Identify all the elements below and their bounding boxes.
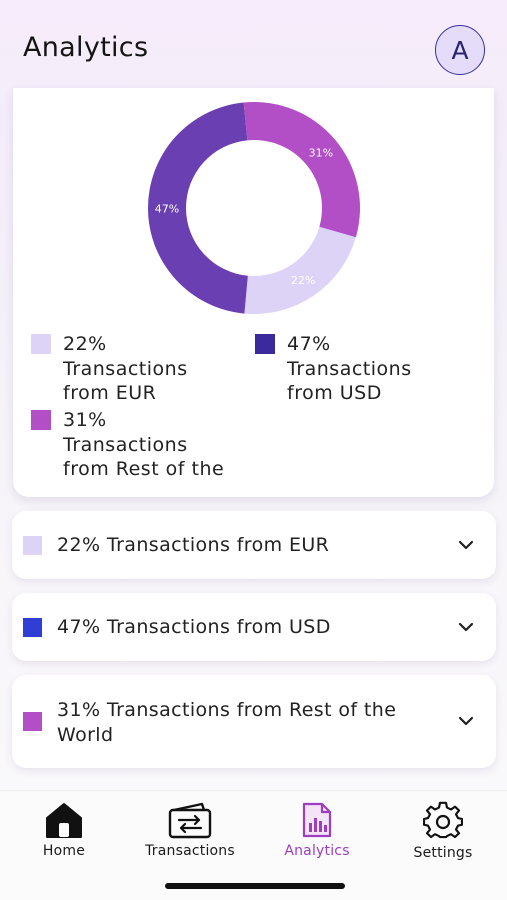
home-icon <box>46 803 82 838</box>
breakdown-label-rest: 31% Transactions from Rest of the World <box>57 698 396 748</box>
nav-settings-label: Settings <box>413 845 473 861</box>
legend-usd-line2: Transactions <box>287 357 412 380</box>
nav-analytics[interactable]: Analytics <box>262 801 372 859</box>
analytics-report-icon <box>302 802 332 838</box>
legend-swatch-eur <box>31 334 51 354</box>
legend-item-rest: 31% Transactions from Rest of the <box>31 408 303 482</box>
breakdown-item-eur[interactable]: 22% Transactions from EUR <box>12 511 496 579</box>
legend-usd-percent: 47% <box>287 333 331 355</box>
legend-swatch-rest <box>31 410 51 430</box>
breakdown-item-rest[interactable]: 31% Transactions from Rest of the World <box>12 675 496 768</box>
nav-transactions[interactable]: Transactions <box>135 801 245 859</box>
chevron-down-icon[interactable] <box>458 622 474 632</box>
legend-eur-line3: from EUR <box>63 382 157 404</box>
legend-item-usd: 47% Transactions from USD <box>255 332 467 406</box>
breakdown-label-eur: 22% Transactions from EUR <box>57 534 330 556</box>
breakdown-item-usd[interactable]: 47% Transactions from USD <box>12 593 496 661</box>
legend-rest-percent: 31% <box>63 409 107 431</box>
nav-settings[interactable]: Settings <box>388 801 498 861</box>
breakdown-label-rest-line2: World <box>57 724 114 746</box>
donut-label-usd: 47% <box>155 202 179 215</box>
legend-eur-line2: Transactions <box>63 357 188 380</box>
chart-card: 22% 47% 31% 22% Transactions from EUR 47% … <box>13 88 494 497</box>
legend-rest-line2: Transactions <box>63 433 188 456</box>
legend-eur-percent: 22% <box>63 333 107 355</box>
donut-slice-eur <box>244 226 356 314</box>
donut-label-eur: 22% <box>291 274 315 287</box>
donut-label-rest: 31% <box>309 146 333 159</box>
nav-analytics-label: Analytics <box>284 843 350 859</box>
home-indicator <box>165 883 345 889</box>
breakdown-label-usd: 47% Transactions from USD <box>57 616 331 638</box>
chevron-down-icon[interactable] <box>458 716 474 726</box>
nav-home[interactable]: Home <box>9 801 119 859</box>
legend-swatch-usd <box>255 334 275 354</box>
legend-rest-line3: from Rest of the <box>63 458 225 480</box>
gear-icon <box>423 801 463 839</box>
page-title: Analytics <box>23 32 149 63</box>
avatar[interactable]: A <box>435 25 485 75</box>
legend-item-eur: 22% Transactions from EUR <box>31 332 243 406</box>
header: Analytics A <box>0 0 507 95</box>
breakdown-swatch-rest <box>23 712 42 731</box>
nav-transactions-label: Transactions <box>145 843 235 859</box>
donut-chart: 22% 47% 31% <box>147 102 360 314</box>
legend-usd-line3: from USD <box>287 382 382 404</box>
donut-slice-rest <box>243 102 360 238</box>
breakdown-swatch-eur <box>23 536 42 555</box>
breakdown-swatch-usd <box>23 618 42 637</box>
chevron-down-icon[interactable] <box>458 540 474 550</box>
nav-home-label: Home <box>42 843 86 859</box>
wallet-transfer-icon <box>168 802 212 839</box>
breakdown-label-rest-line1: 31% Transactions from Rest of the <box>57 699 397 721</box>
